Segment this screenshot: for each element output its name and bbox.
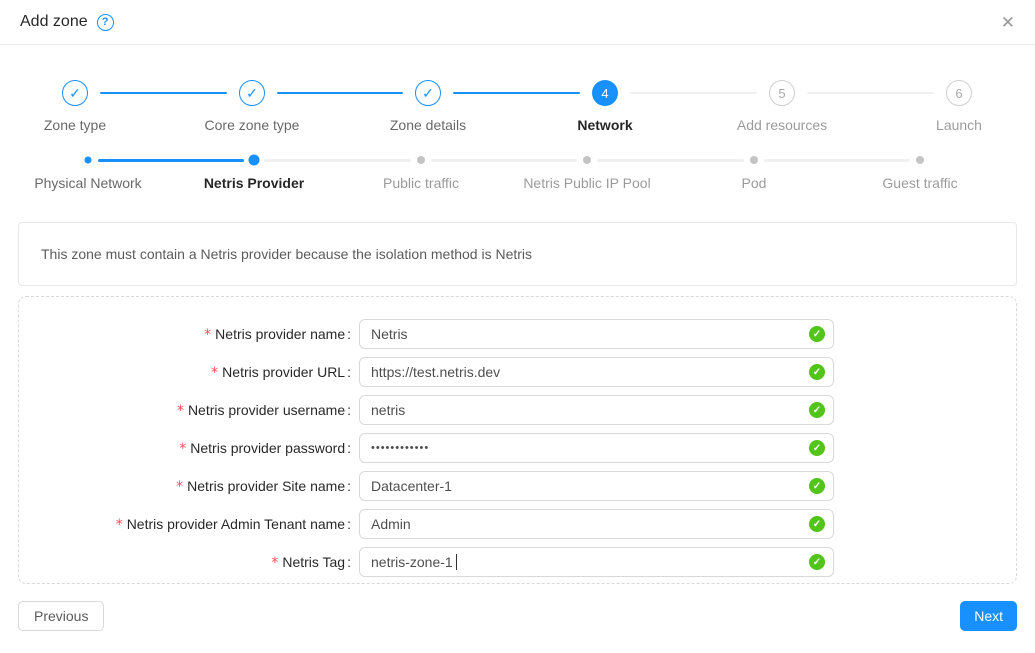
step-label: Core zone type: [164, 117, 340, 133]
substep-label: Public traffic: [383, 175, 459, 191]
text-cursor: [456, 554, 457, 570]
field-label: *Netris provider Site name:: [19, 478, 359, 495]
input-wrap: ✓: [359, 395, 834, 425]
netris-provider-site-name-input[interactable]: [359, 471, 834, 501]
help-icon[interactable]: ?: [97, 14, 114, 31]
notice-text: This zone must contain a Netris provider…: [41, 246, 532, 262]
field-label: *Netris provider Admin Tenant name:: [19, 516, 359, 533]
success-check-icon: ✓: [809, 364, 825, 380]
substep-connector: [264, 159, 411, 162]
substep-label: Netris Public IP Pool: [523, 175, 650, 191]
field-label: *Netris Tag:: [19, 554, 359, 571]
required-marker: *: [116, 517, 123, 533]
netris-provider-form: *Netris provider name: ✓ *Netris provide…: [18, 296, 1017, 584]
step-number-badge: 6: [946, 80, 972, 106]
substep-dot-netris-provider: [249, 155, 260, 166]
input-wrap: ✓: [359, 509, 834, 539]
step-launch: 6 Launch: [871, 80, 1035, 133]
step-number-badge: 4: [592, 80, 618, 106]
check-circle-icon: ✓: [239, 80, 265, 106]
step-zone-details: ✓ Zone details: [340, 80, 516, 133]
next-button[interactable]: Next: [960, 601, 1017, 631]
close-icon[interactable]: ✕: [997, 10, 1019, 35]
step-number-badge: 5: [769, 80, 795, 106]
form-row-admin-tenant-name: *Netris provider Admin Tenant name: ✓: [19, 509, 1016, 539]
form-row-provider-site-name: *Netris provider Site name: ✓: [19, 471, 1016, 501]
form-row-provider-url: *Netris provider URL: ✓: [19, 357, 1016, 387]
step-label: Network: [517, 117, 693, 133]
netris-provider-name-input[interactable]: [359, 319, 834, 349]
dialog-title: Add zone: [20, 13, 88, 31]
substep-dot-pod: [750, 156, 758, 164]
dialog-header: Add zone ? ✕: [0, 0, 1035, 45]
success-check-icon: ✓: [809, 554, 825, 570]
previous-button[interactable]: Previous: [18, 601, 104, 631]
form-row-provider-username: *Netris provider username: ✓: [19, 395, 1016, 425]
required-marker: *: [271, 555, 278, 571]
success-check-icon: ✓: [809, 402, 825, 418]
required-marker: *: [204, 327, 211, 343]
substep-dot-physical-network: [85, 157, 92, 164]
step-zone-type: ✓ Zone type: [0, 80, 163, 133]
required-marker: *: [176, 479, 183, 495]
substep-label: Pod: [742, 175, 767, 191]
step-add-resources: 5 Add resources: [694, 80, 870, 133]
netris-provider-url-input[interactable]: [359, 357, 834, 387]
required-marker: *: [179, 441, 186, 457]
substep-connector: [98, 159, 244, 162]
check-circle-icon: ✓: [415, 80, 441, 106]
step-core-zone-type: ✓ Core zone type: [164, 80, 340, 133]
substep-dot-netris-public-ip-pool: [583, 156, 591, 164]
step-label: Zone details: [340, 117, 516, 133]
netris-admin-tenant-name-input[interactable]: [359, 509, 834, 539]
substep-dot-public-traffic: [417, 156, 425, 164]
input-wrap: ✓: [359, 471, 834, 501]
netris-provider-username-input[interactable]: [359, 395, 834, 425]
substep-label: Physical Network: [34, 175, 141, 191]
step-network: 4 Network: [517, 80, 693, 133]
input-wrap: ✓: [359, 547, 834, 577]
success-check-icon: ✓: [809, 326, 825, 342]
substep-label: Guest traffic: [882, 175, 957, 191]
substep-connector: [431, 159, 577, 162]
step-label: Zone type: [0, 117, 163, 133]
success-check-icon: ✓: [809, 516, 825, 532]
field-label: *Netris provider password:: [19, 440, 359, 457]
required-marker: *: [177, 403, 184, 419]
isolation-method-notice: This zone must contain a Netris provider…: [18, 222, 1017, 286]
substep-connector: [764, 159, 910, 162]
form-row-netris-tag: *Netris Tag: ✓: [19, 547, 1016, 577]
input-wrap: ✓: [359, 319, 834, 349]
substep-dot-guest-traffic: [916, 156, 924, 164]
step-label: Launch: [871, 117, 1035, 133]
success-check-icon: ✓: [809, 478, 825, 494]
substep-label: Netris Provider: [204, 175, 304, 191]
success-check-icon: ✓: [809, 440, 825, 456]
network-substepper: Physical Network Netris Provider Public …: [18, 153, 1017, 197]
form-row-provider-password: *Netris provider password: ✓: [19, 433, 1016, 463]
form-row-provider-name: *Netris provider name: ✓: [19, 319, 1016, 349]
field-label: *Netris provider name:: [19, 326, 359, 343]
field-label: *Netris provider URL:: [19, 364, 359, 381]
wizard-stepper: ✓ Zone type ✓ Core zone type ✓ Zone deta…: [18, 80, 1017, 140]
field-label: *Netris provider username:: [19, 402, 359, 419]
substep-connector: [597, 159, 744, 162]
input-wrap: ✓: [359, 357, 834, 387]
required-marker: *: [211, 365, 218, 381]
check-circle-icon: ✓: [62, 80, 88, 106]
netris-provider-password-input[interactable]: [359, 433, 834, 463]
step-label: Add resources: [694, 117, 870, 133]
netris-tag-input[interactable]: [359, 547, 834, 577]
input-wrap: ✓: [359, 433, 834, 463]
